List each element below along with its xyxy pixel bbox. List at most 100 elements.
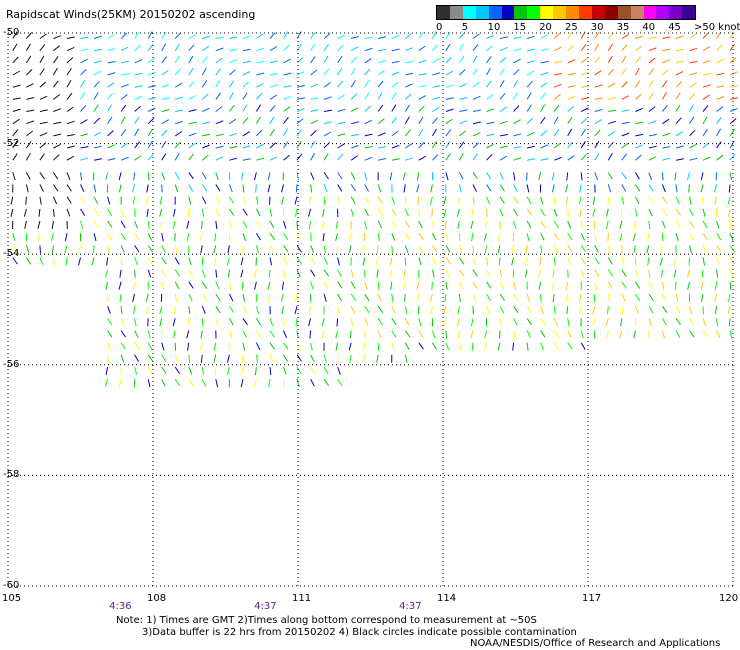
wind-barb [228, 208, 235, 216]
wind-barb [255, 342, 261, 351]
wind-barb [134, 245, 140, 253]
wind-barb [526, 233, 530, 242]
wind-barb [174, 153, 180, 161]
wind-barb [499, 120, 508, 125]
wind-barb [241, 281, 244, 290]
wind-barb [431, 281, 433, 290]
wind-barb [255, 208, 261, 217]
wind-barb [606, 208, 609, 217]
wind-barb [202, 45, 210, 52]
wind-barb [228, 293, 234, 302]
time-label: 4:37 [399, 601, 422, 612]
wind-barb [635, 133, 644, 137]
wind-barb [430, 184, 433, 193]
wind-barb [675, 196, 680, 205]
wind-barb [445, 56, 452, 64]
wind-barb [256, 143, 264, 149]
wind-barb [364, 156, 373, 161]
wind-barb [120, 94, 128, 100]
wind-barb [431, 208, 433, 217]
wind-barb [146, 208, 149, 217]
wind-barb [53, 108, 62, 112]
wind-barb [159, 318, 163, 327]
wind-barb [567, 95, 576, 100]
wind-barb [567, 330, 572, 338]
wind-barb [445, 257, 451, 265]
wind-barb [689, 245, 692, 254]
wind-barb [391, 196, 395, 205]
wind-barb [283, 257, 288, 265]
wind-barb [443, 208, 447, 217]
wind-barb [635, 45, 643, 52]
wind-barb [553, 208, 558, 217]
wind-barb [147, 140, 153, 149]
wind-barb [350, 46, 359, 52]
wind-barb [229, 59, 237, 64]
wind-barb [580, 269, 585, 278]
wind-barb [375, 257, 379, 266]
wind-barb [253, 379, 257, 388]
wind-barb [188, 306, 191, 315]
wind-barb [540, 232, 545, 241]
wind-barb [675, 48, 684, 52]
wind-barb [540, 306, 545, 314]
wind-barb [702, 84, 711, 88]
wind-barb [459, 83, 467, 88]
wind-barb [350, 208, 354, 217]
legend-swatch [501, 6, 515, 19]
wind-barb [377, 196, 383, 204]
wind-barbs [10, 31, 739, 388]
wind-barb [53, 154, 60, 161]
wind-barb [633, 245, 636, 254]
legend-label: 45 [668, 22, 681, 33]
wind-barb [634, 80, 641, 88]
wind-barb [161, 281, 165, 290]
wind-barb [526, 70, 535, 76]
wind-barb [445, 70, 454, 76]
wind-barb [432, 117, 438, 125]
wind-barb [323, 55, 329, 64]
wind-barb [632, 233, 636, 242]
wind-barb [391, 60, 400, 64]
wind-barb [458, 269, 465, 277]
wind-barb [472, 55, 478, 64]
wind-barb [486, 94, 494, 100]
wind-barb [161, 56, 168, 64]
wind-barb [174, 55, 180, 64]
wind-barb [729, 57, 737, 64]
wind-barb [52, 184, 59, 192]
wind-barb [39, 68, 45, 76]
wind-barb [242, 71, 251, 76]
wind-barb [472, 132, 481, 137]
wind-barb [702, 60, 711, 64]
wind-barb [134, 95, 143, 100]
wind-barb [134, 354, 140, 362]
wind-barb [689, 116, 695, 124]
wind-barb [66, 155, 75, 161]
wind-barb [607, 281, 613, 290]
wind-barb [323, 196, 326, 205]
wind-barb [661, 318, 667, 326]
wind-barb [377, 281, 380, 290]
wind-barb [486, 133, 495, 137]
wind-barb [255, 196, 259, 205]
wind-barb [499, 281, 505, 290]
wind-barb [716, 117, 722, 124]
wind-barb [431, 128, 437, 137]
wind-barb [553, 129, 560, 137]
wind-barb [80, 196, 86, 204]
wind-barb [648, 305, 654, 314]
wind-barb [648, 57, 656, 64]
wind-barb [716, 85, 725, 88]
wind-barb [716, 220, 720, 229]
wind-barb [134, 105, 142, 112]
wind-barb [391, 71, 400, 76]
wind-barb [78, 257, 81, 266]
wind-barb [648, 120, 657, 125]
wind-barb [526, 184, 530, 193]
wind-barb [120, 232, 127, 241]
wind-barb [202, 35, 211, 39]
wind-barb [472, 95, 481, 100]
wind-barb [283, 354, 289, 362]
wind-barb [12, 153, 18, 161]
